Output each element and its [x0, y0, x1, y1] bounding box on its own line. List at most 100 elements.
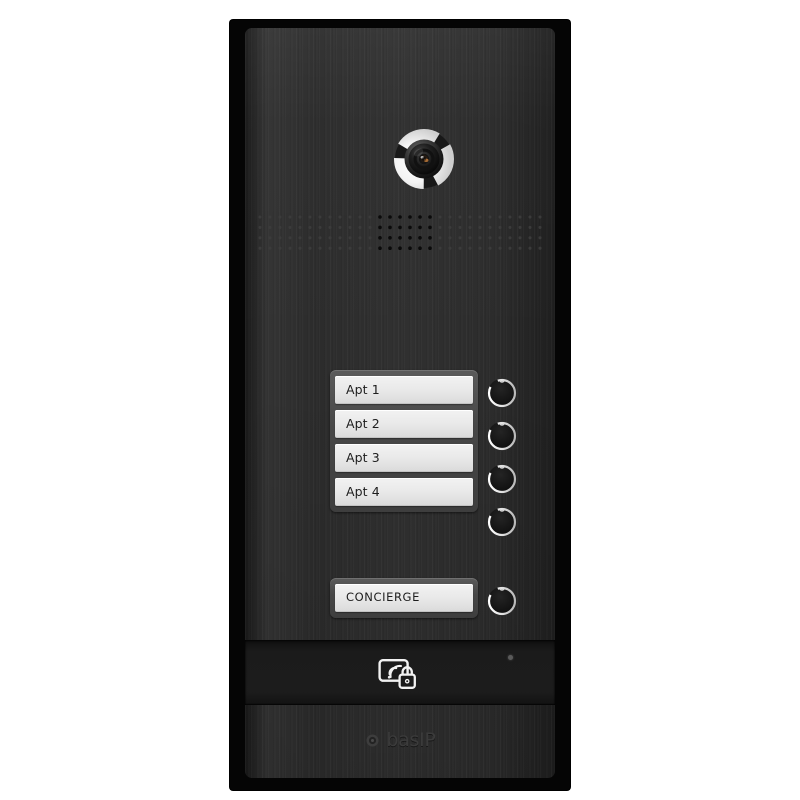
speaker-dot [388, 225, 392, 230]
speaker-dot [338, 215, 342, 219]
call-button-column [485, 376, 519, 539]
speaker-dot [478, 236, 482, 240]
speaker-dot [398, 215, 402, 219]
speaker-dot [378, 225, 382, 230]
speaker-dot [528, 225, 532, 229]
speaker-dot [348, 236, 352, 240]
nameplate-apt-1[interactable]: Apt 1 [335, 376, 473, 404]
speaker-dot [348, 246, 352, 250]
speaker-dot [458, 236, 462, 240]
concierge-nameplate[interactable]: CONCIERGE [330, 578, 478, 618]
speaker-dot [538, 215, 542, 219]
speaker-dot [508, 215, 512, 219]
speaker-dot [288, 246, 292, 250]
speaker-dot [468, 215, 472, 219]
speaker-dot [328, 225, 332, 229]
speaker-dot [448, 236, 452, 240]
speaker-dot [258, 246, 262, 250]
speaker-dot [378, 236, 382, 240]
speaker-dot [268, 236, 272, 240]
speaker-dot [308, 225, 312, 229]
call-button-apt-3[interactable] [485, 462, 519, 496]
speaker-dot [268, 215, 272, 219]
device-frame: Apt 1 Apt 2 Apt 3 Apt 4 CONCIERGE basIP [230, 20, 570, 790]
nameplate-apt-3[interactable]: Apt 3 [335, 444, 473, 472]
nameplate-apt-2[interactable]: Apt 2 [335, 410, 473, 438]
concierge-label: CONCIERGE [346, 590, 420, 605]
speaker-dot [258, 225, 262, 229]
rfid-reader-band[interactable] [245, 640, 555, 705]
speaker-dot [328, 246, 332, 250]
speaker-dot [328, 236, 332, 240]
speaker-dot [398, 236, 402, 240]
speaker-dot [278, 225, 282, 229]
speaker-dot [478, 215, 482, 219]
speaker-dot [518, 215, 522, 219]
speaker-dot [318, 236, 322, 240]
speaker-dot [408, 236, 412, 240]
speaker-dot [378, 246, 382, 250]
speaker-dot [428, 215, 432, 219]
nameplate-apt-4[interactable]: Apt 4 [335, 478, 473, 506]
call-button-apt-2[interactable] [485, 419, 519, 453]
screenshot-stage: Apt 1 Apt 2 Apt 3 Apt 4 CONCIERGE basIP [0, 0, 800, 800]
speaker-dot [538, 225, 542, 229]
speaker-dot [288, 236, 292, 240]
brand-name: basIP [386, 728, 436, 751]
speaker-dot [368, 225, 372, 229]
speaker-dot [308, 215, 312, 219]
speaker-dot [308, 246, 312, 250]
speaker-dot [528, 236, 532, 240]
speaker-dot [448, 246, 452, 250]
speaker-dot [368, 215, 372, 219]
call-button-apt-4[interactable] [485, 505, 519, 539]
speaker-dot [388, 215, 392, 219]
speaker-dot [358, 215, 362, 219]
speaker-dot [388, 236, 392, 240]
call-button-apt-1[interactable] [485, 376, 519, 410]
speaker-dot [518, 246, 522, 250]
speaker-dot [468, 236, 472, 240]
camera-lens-icon [388, 123, 460, 195]
speaker-dot [348, 225, 352, 229]
speaker-dot [508, 246, 512, 250]
speaker-dot [408, 225, 412, 230]
speaker-dot [298, 215, 302, 219]
nameplate-concierge[interactable]: CONCIERGE [335, 584, 473, 612]
speaker-dot [478, 246, 482, 250]
speaker-dot [458, 225, 462, 229]
speaker-dot [348, 215, 352, 219]
call-button-concierge[interactable] [485, 584, 519, 618]
rfid-card-lock-icon [378, 657, 422, 691]
speaker-dot [498, 215, 502, 219]
speaker-dot [358, 225, 362, 229]
speaker-dot [398, 225, 402, 230]
speaker-dot [488, 225, 492, 229]
speaker-dot [438, 236, 442, 240]
speaker-dot [448, 215, 452, 219]
nameplate-label: Apt 4 [346, 483, 380, 499]
speaker-dot [488, 236, 492, 240]
speaker-dot [408, 246, 412, 250]
speaker-dot [508, 236, 512, 240]
speaker-dot [308, 236, 312, 240]
speaker-dot [278, 246, 282, 250]
speaker-dot [318, 225, 322, 229]
speaker-dot [418, 236, 422, 240]
speaker-dot [528, 215, 532, 219]
nameplate-label: Apt 1 [346, 381, 380, 397]
brand-logo: basIP [245, 723, 555, 757]
speaker-dot [438, 215, 442, 219]
speaker-dot [528, 246, 532, 250]
speaker-dot [358, 236, 362, 240]
circle-logo-icon [364, 732, 381, 749]
speaker-dot [468, 246, 472, 250]
speaker-dot [298, 236, 302, 240]
speaker-dot [478, 225, 482, 229]
speaker-dot [428, 246, 432, 250]
speaker-dot [318, 246, 322, 250]
speaker-dot [538, 236, 542, 240]
speaker-dot [498, 225, 502, 229]
speaker-dot [418, 246, 422, 250]
speaker-dot [298, 246, 302, 250]
